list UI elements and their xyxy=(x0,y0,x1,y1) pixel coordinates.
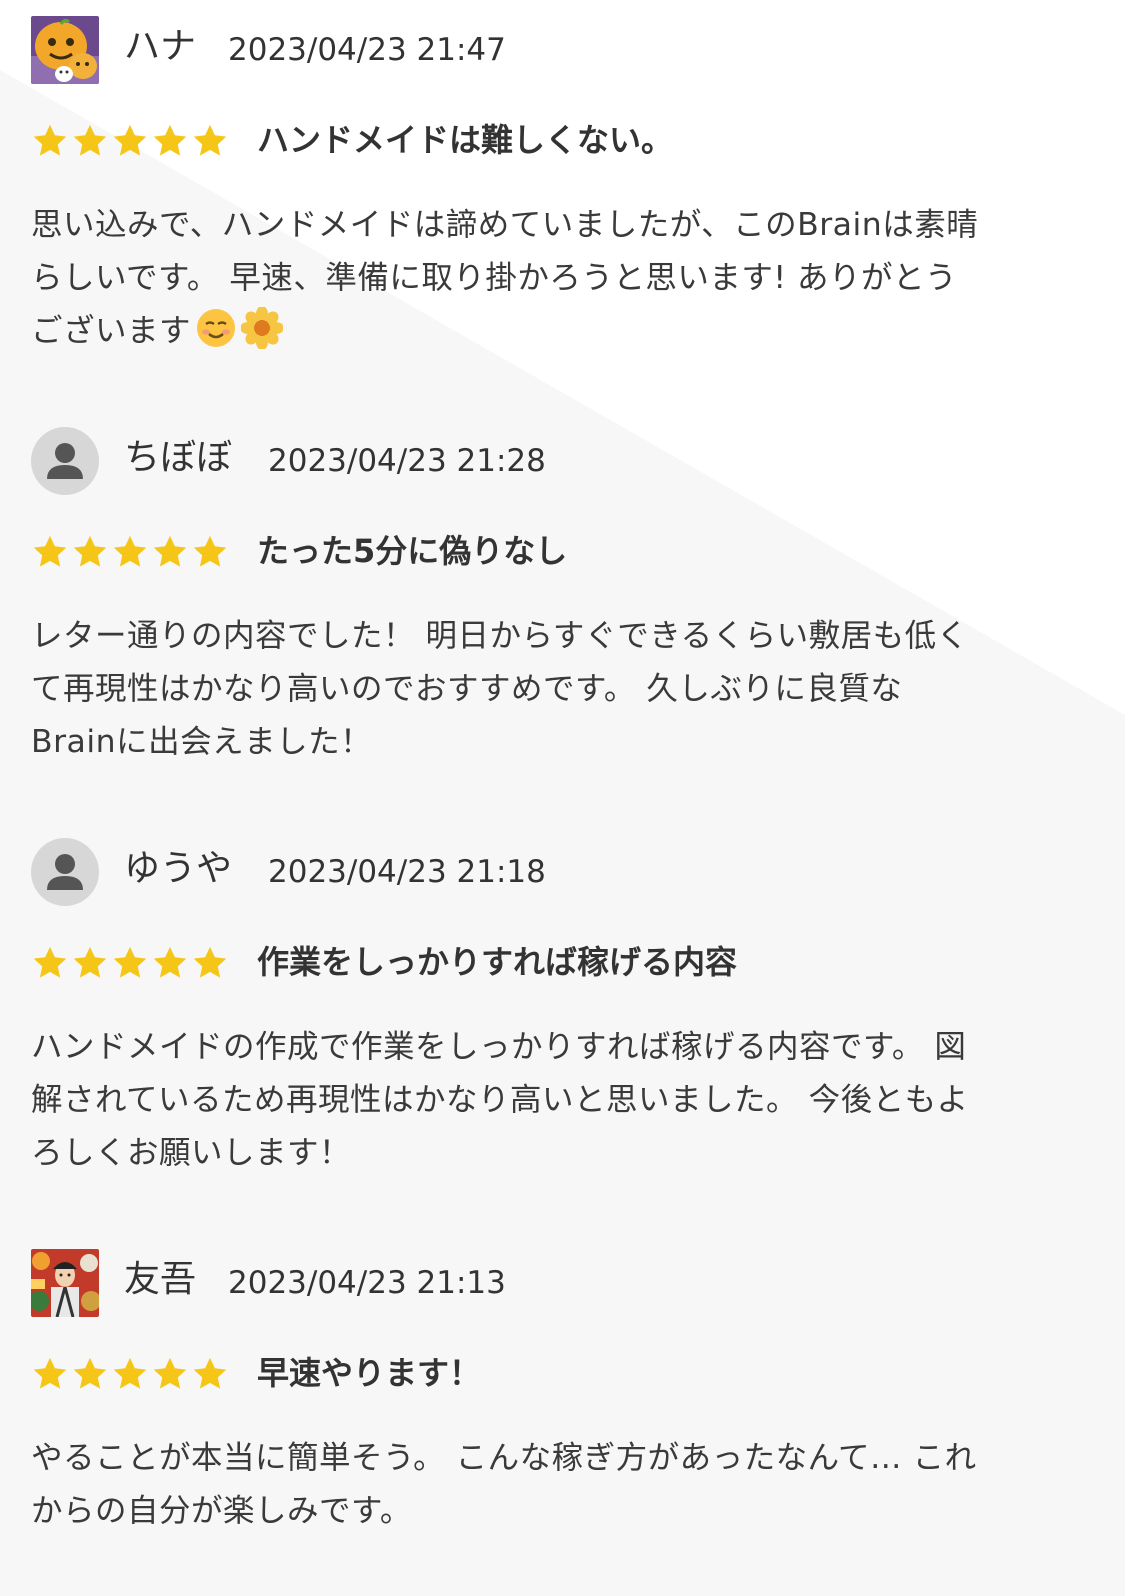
review-header: ハナ 2023/04/23 21:47 xyxy=(31,16,1091,84)
review-title: 作業をしっかりすれば稼げる内容 xyxy=(257,943,738,981)
review-username: ちぼぼ xyxy=(124,437,233,478)
review-username: ゆうや xyxy=(124,848,233,889)
star-icon xyxy=(31,122,69,160)
review-title: ハンドメイドは難しくない。 xyxy=(257,121,674,159)
default-person-icon xyxy=(47,854,83,890)
star-rating xyxy=(31,122,231,162)
review-body-text: ハンドメイドの作成で作業をしっかりすれば稼げる内容です。 図 解されているため再… xyxy=(31,1029,969,1171)
star-icon xyxy=(151,122,189,160)
review-username: 友吾 xyxy=(124,1259,197,1300)
review-header: 友吾 2023/04/23 21:13 xyxy=(31,1249,1091,1317)
review-title: たった5分に偽りなし xyxy=(257,532,568,570)
star-icon xyxy=(71,1355,109,1393)
star-icon xyxy=(151,1355,189,1393)
review-item: ゆうや 2023/04/23 21:18 作業をしっかりすれば稼げる内容 ハンド… xyxy=(31,838,1091,1178)
star-rating xyxy=(31,533,231,573)
review-username: ハナ xyxy=(124,26,197,67)
user-avatar[interactable] xyxy=(31,16,99,84)
star-icon xyxy=(31,1355,69,1393)
review-body: ハンドメイドの作成で作業をしっかりすれば稼げる内容です。 図 解されているため再… xyxy=(31,1021,1091,1180)
review-header: ちぼぼ 2023/04/23 21:28 xyxy=(31,427,1091,495)
review-date: 2023/04/23 21:18 xyxy=(268,854,546,890)
star-icon xyxy=(71,533,109,571)
star-rating xyxy=(31,1355,231,1395)
user-avatar[interactable] xyxy=(31,838,99,906)
review-item: 友吾 2023/04/23 21:13 早速やります！ やることが本当に簡単そう… xyxy=(31,1249,1091,1549)
review-body: 思い込みで、ハンドメイドは諦めていましたが、このBrainは素晴 らしいです。 … xyxy=(31,199,1091,358)
default-person-icon xyxy=(47,443,83,479)
star-icon xyxy=(31,944,69,982)
sunflower-emoji-icon xyxy=(240,306,285,350)
review-body: やることが本当に簡単そう。 こんな稼ぎ方があったなんて… これ からの自分が楽し… xyxy=(31,1432,1091,1538)
review-date: 2023/04/23 21:47 xyxy=(228,32,506,68)
user-avatar[interactable] xyxy=(31,427,99,495)
review-item: ハナ 2023/04/23 21:47 ハンドメイドは難しくない。 思い込みで、… xyxy=(31,16,1091,356)
user-avatar[interactable] xyxy=(31,1249,99,1317)
star-icon xyxy=(111,533,149,571)
star-icon xyxy=(71,944,109,982)
review-header: ゆうや 2023/04/23 21:18 xyxy=(31,838,1091,906)
review-body-text: やることが本当に簡単そう。 こんな稼ぎ方があったなんて… これ からの自分が楽し… xyxy=(31,1440,977,1529)
review-body-text: レター通りの内容でした！ 明日からすぐできるくらい敷居も低く て再現性はかなり高… xyxy=(31,618,969,760)
review-date: 2023/04/23 21:13 xyxy=(228,1265,506,1301)
star-icon xyxy=(71,122,109,160)
star-icon xyxy=(191,1355,229,1393)
star-icon xyxy=(191,944,229,982)
review-title: 早速やります！ xyxy=(257,1354,482,1392)
star-icon xyxy=(111,122,149,160)
star-rating xyxy=(31,944,231,984)
review-body-text: 思い込みで、ハンドメイドは諦めていましたが、このBrainは素晴 らしいです。 … xyxy=(31,207,979,349)
star-icon xyxy=(111,1355,149,1393)
star-icon xyxy=(111,944,149,982)
star-icon xyxy=(191,533,229,571)
star-icon xyxy=(31,533,69,571)
star-icon xyxy=(191,122,229,160)
smiling-face-emoji-icon xyxy=(195,307,237,349)
review-body: レター通りの内容でした！ 明日からすぐできるくらい敷居も低く て再現性はかなり高… xyxy=(31,610,1091,769)
star-icon xyxy=(151,533,189,571)
review-date: 2023/04/23 21:28 xyxy=(268,443,546,479)
star-icon xyxy=(151,944,189,982)
review-item: ちぼぼ 2023/04/23 21:28 たった5分に偽りなし レター通りの内容… xyxy=(31,427,1091,767)
